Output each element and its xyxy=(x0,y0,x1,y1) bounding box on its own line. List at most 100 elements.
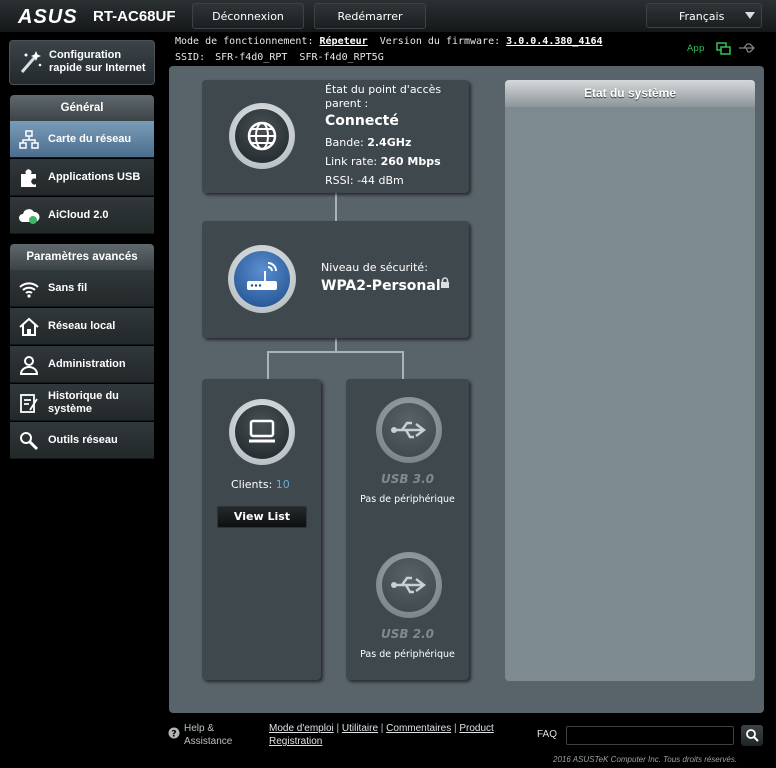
sidebar-item-label: Applications USB xyxy=(48,171,141,183)
clients-count: 10 xyxy=(275,478,290,491)
asus-logo: ASUS xyxy=(18,6,78,28)
mode-link[interactable]: Répeteur xyxy=(320,36,368,47)
band-label: Bande: xyxy=(325,136,364,149)
usb3-status: Pas de périphérique xyxy=(360,494,455,505)
network-map-icon xyxy=(19,130,39,149)
sidebar-item-label: Outils réseau xyxy=(48,434,118,446)
connector-line xyxy=(267,351,404,353)
link-rate-label: Link rate: xyxy=(325,155,378,168)
band-line: Bande: 2.4GHz xyxy=(325,136,411,149)
sidebar-item-network-map[interactable]: Carte du réseau xyxy=(10,121,154,158)
sidebar-item-administration[interactable]: Administration xyxy=(10,346,154,383)
ssid-line: SSID: SFR-f4d0_RPT SFR-f4d0_RPT5G xyxy=(175,52,384,63)
magic-wand-icon xyxy=(20,51,42,73)
utility-link[interactable]: Utilitaire xyxy=(342,723,378,734)
security-level-value: WPA2-Personal xyxy=(321,278,441,294)
router-status-card[interactable]: Niveau de sécurité: WPA2-Personal xyxy=(202,221,469,338)
manual-link[interactable]: Mode d'emploi xyxy=(269,723,334,734)
connector-line xyxy=(335,193,337,221)
usb-icon xyxy=(391,421,426,439)
app-link[interactable]: App xyxy=(687,44,705,54)
sidebar-item-label: AiCloud 2.0 xyxy=(48,209,109,221)
clients-button[interactable] xyxy=(229,399,295,465)
parent-ap-label: État du point d'accès parent : xyxy=(325,83,442,110)
feedback-link[interactable]: Commentaires xyxy=(386,723,451,734)
sidebar-item-label: Carte du réseau xyxy=(48,133,132,145)
system-status-title: Etat du système xyxy=(505,80,755,107)
language-value: Français xyxy=(679,10,725,23)
sidebar-item-usb-applications[interactable]: Applications USB xyxy=(10,159,154,196)
sidebar-item-network-tools[interactable]: Outils réseau xyxy=(10,422,154,459)
internet-globe-button[interactable] xyxy=(229,103,295,169)
home-icon xyxy=(19,317,39,336)
connector-line xyxy=(267,351,269,379)
sidebar-item-system-log[interactable]: Historique du système xyxy=(10,384,154,421)
search-button[interactable] xyxy=(741,725,763,746)
client-status-icon[interactable] xyxy=(716,42,732,56)
logout-button[interactable]: Déconnexion xyxy=(192,3,304,29)
link-rate-line: Link rate: 260 Mbps xyxy=(325,155,441,168)
quick-setup-button[interactable]: Configuration rapide sur Internet xyxy=(9,40,155,85)
connector-line xyxy=(335,338,337,352)
advanced-section-title: Paramètres avancés xyxy=(10,244,154,270)
rssi-value: -44 dBm xyxy=(357,174,404,187)
operation-mode-line: Mode de fonctionnement: Répeteur Version… xyxy=(175,36,603,47)
monitor-icon xyxy=(249,419,275,443)
usb2-label: USB 2.0 xyxy=(381,627,434,641)
ssid-values: SFR-f4d0_RPT SFR-f4d0_RPT5G xyxy=(215,52,384,63)
band-value: 2.4GHz xyxy=(367,136,412,149)
ssid-label: SSID: xyxy=(175,52,206,63)
cloud-icon xyxy=(19,209,40,224)
puzzle-icon xyxy=(21,169,36,187)
link-rate-value: 260 Mbps xyxy=(380,155,441,168)
tools-icon xyxy=(20,432,39,451)
rssi-label: RSSI: xyxy=(325,174,354,187)
security-level-label: Niveau de sécurité: xyxy=(321,261,428,274)
sidebar-item-label: Sans fil xyxy=(48,282,88,294)
usb3-label: USB 3.0 xyxy=(381,472,434,486)
registration-link[interactable]: Registration xyxy=(269,736,322,747)
model-name: RT-AC68UF xyxy=(93,8,176,25)
reboot-button[interactable]: Redémarrer xyxy=(314,3,426,29)
search-icon xyxy=(746,729,759,742)
router-button[interactable] xyxy=(228,245,296,313)
help-icon: ? xyxy=(168,727,180,739)
firmware-label: Version du firmware: xyxy=(379,36,501,47)
svg-text:?: ? xyxy=(171,730,176,740)
usb-status-icon[interactable] xyxy=(738,42,756,54)
sidebar-item-label: Administration xyxy=(48,358,126,370)
footer-links: Mode d'emploi | Utilitaire | Commentaire… xyxy=(269,723,494,747)
wifi-icon xyxy=(19,282,39,298)
usb2-button[interactable] xyxy=(376,552,442,618)
clients-card[interactable]: Clients: 10 xyxy=(202,379,321,680)
quick-setup-label: Configuration rapide sur Internet xyxy=(49,49,146,74)
log-icon xyxy=(20,394,38,413)
help-line-2: Assistance xyxy=(184,736,233,747)
general-section-title: Général xyxy=(10,95,154,121)
firmware-link[interactable]: 3.0.0.4.380_4164 xyxy=(506,36,602,47)
copyright: 2016 ASUSTeK Computer Inc. Tous droits r… xyxy=(553,755,738,764)
sidebar-item-wireless[interactable]: Sans fil xyxy=(10,270,154,307)
help-assistance-link[interactable]: Help & Assistance xyxy=(184,722,232,748)
chevron-down-icon xyxy=(745,12,755,19)
system-status-panel xyxy=(505,80,755,681)
view-list-button[interactable]: View List xyxy=(217,506,307,528)
faq-label: FAQ xyxy=(537,729,558,740)
help-line-1: Help & xyxy=(184,723,215,734)
product-link[interactable]: Product xyxy=(459,723,493,734)
language-select[interactable]: Français xyxy=(646,3,762,28)
sidebar-item-label: Réseau local xyxy=(48,320,116,332)
usb-icon xyxy=(391,576,426,594)
faq-search-input[interactable] xyxy=(566,726,734,745)
rssi-line: RSSI: -44 dBm xyxy=(325,174,404,187)
person-icon xyxy=(19,356,39,375)
router-icon xyxy=(247,262,277,290)
sidebar-item-lan[interactable]: Réseau local xyxy=(10,308,154,345)
usb-devices-card: USB 3.0 Pas de périphérique USB 2.0 Pas … xyxy=(346,379,469,680)
usb3-button[interactable] xyxy=(376,397,442,463)
internet-status-card[interactable]: État du point d'accès parent : Connecté … xyxy=(202,80,469,193)
mode-label: Mode de fonctionnement: xyxy=(175,36,314,47)
sidebar-item-aicloud[interactable]: AiCloud 2.0 xyxy=(10,197,154,234)
connector-line xyxy=(402,351,404,379)
sidebar-item-label: Historique du système xyxy=(48,390,119,415)
